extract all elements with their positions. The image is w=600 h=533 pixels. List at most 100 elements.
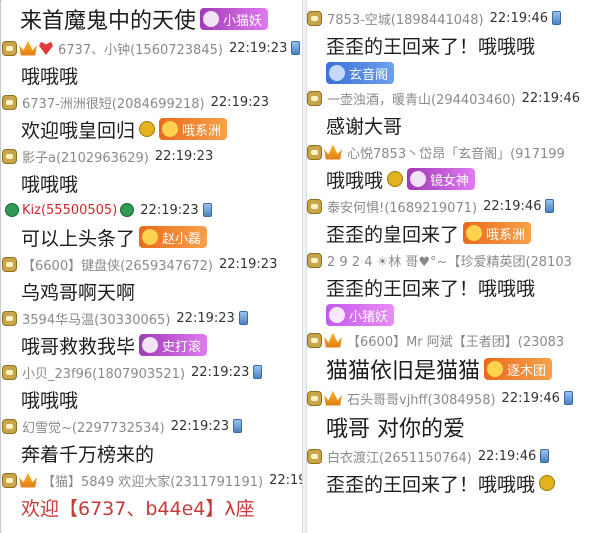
chat-message: 3594华马温(30330065) 22:19:23 哦哥救救我毕 史打滚 <box>2 306 302 360</box>
level-icon <box>2 472 17 488</box>
mobile-icon <box>291 41 301 55</box>
chat-message: 小贝_23f96(1807903521) 22:19:23 哦哦哦 <box>2 360 302 414</box>
mobile-icon <box>202 203 212 217</box>
timestamp: 22:19:23 <box>176 310 235 326</box>
crown-icon <box>324 144 342 160</box>
username[interactable]: 3594华马温(30330065) <box>22 309 170 328</box>
timestamp: 22:19:23 <box>191 364 250 380</box>
level-icon <box>2 310 17 326</box>
username[interactable]: 石头哥哥vjhff(3084958) <box>347 389 496 408</box>
username[interactable]: 泰安何惧!(1689219071) <box>327 197 477 216</box>
message-text: 歪歪的王回来了！哦哦哦 <box>326 277 536 300</box>
timestamp: 22:19:23 <box>170 418 230 434</box>
timestamp: 22:19:23 <box>210 94 270 110</box>
chat-message: Kiz(55500505) 22:19:23 可以上头条了 赵小磊 <box>2 198 302 252</box>
badge-icon <box>329 65 345 81</box>
level-icon <box>307 390 322 406</box>
level-icon <box>2 418 17 434</box>
message-text: 哦哥救救我毕 <box>21 335 136 358</box>
user-badge: 镜女神 <box>407 168 476 190</box>
timestamp: 22:19:46 <box>521 90 580 106</box>
username[interactable]: 一壶浊酒，暖青山(294403460) <box>327 89 516 108</box>
chat-message: 泰安何惧!(1689219071) 22:19:46 歪歪的皇回来了 哦系洲 <box>307 194 600 248</box>
heart-badge-icon <box>203 11 220 27</box>
username[interactable]: 小贝_23f96(1807903521) <box>22 363 185 382</box>
message-text: 乌鸡哥啊天啊 <box>21 281 136 304</box>
level-icon <box>2 148 17 164</box>
emoji-icon <box>539 475 556 491</box>
emoji-icon <box>139 121 156 137</box>
crown-icon <box>324 390 342 406</box>
level-icon <box>307 252 322 268</box>
chat-message: 【猫】5849 欢迎大家(2311791191) 22:19:23 欢迎【6737… <box>2 468 302 522</box>
level-icon <box>307 10 322 26</box>
timestamp: 22:19:46 <box>483 198 542 214</box>
username[interactable]: 【猫】5849 欢迎大家(2311791191) <box>42 471 263 490</box>
mobile-icon <box>233 419 243 433</box>
timestamp: 22:19:23 <box>140 202 199 218</box>
username[interactable]: Kiz(55500505) <box>22 203 117 218</box>
user-badge: 哦系洲 <box>463 222 532 244</box>
level-icon <box>2 256 17 272</box>
crown-icon <box>19 472 37 488</box>
message-text: 哦哦哦 <box>21 173 79 196</box>
timestamp: 22:19:46 <box>501 390 560 406</box>
chat-message: 来首魔鬼中的天使 小猫妖 <box>2 0 302 36</box>
timestamp: 22:19:23 <box>269 472 302 488</box>
username[interactable]: 6737、小钟(1560723845) <box>58 39 223 58</box>
username[interactable]: 影子a(2102963629) <box>22 147 149 166</box>
level-icon <box>2 40 17 56</box>
mobile-icon <box>552 11 562 25</box>
message-text: 歪歪的皇回来了 <box>326 223 460 246</box>
chat-message: 7853-空城(1898441048) 22:19:46 歪歪的王回来了！哦哦哦 … <box>307 0 600 86</box>
timestamp: 22:19:23 <box>228 40 288 56</box>
chat-message: 2 9 2 4 ☀林 哥♥°~【珍爱精英团(28103 歪歪的王回来了！哦哦哦 … <box>307 248 600 328</box>
message-text: 感谢大哥 <box>326 115 403 138</box>
badge-icon <box>162 121 179 137</box>
level-icon <box>307 90 322 106</box>
username[interactable]: 2 9 2 4 ☀林 哥♥°~【珍爱精英团(28103 <box>327 251 572 270</box>
message-text: 欢迎哦皇回归 <box>21 119 136 142</box>
mobile-icon <box>540 449 550 463</box>
user-badge: 玄音阁 <box>326 62 395 84</box>
message-text: 哦哦哦 <box>326 169 384 192</box>
pig-badge-icon <box>329 307 345 323</box>
timestamp: 22:19:46 <box>489 10 549 26</box>
message-text: 可以上头条了 <box>21 227 136 250</box>
user-badge: 赵小磊 <box>139 226 208 248</box>
mobile-icon <box>563 391 573 405</box>
level-icon <box>307 198 322 214</box>
username[interactable]: 幻雪觉~(2297732534) <box>22 417 165 436</box>
chat-message: 6737、小钟(1560723845) 22:19:23 哦哦哦 <box>2 36 302 90</box>
level-icon <box>307 448 322 464</box>
chat-message: 一壶浊酒，暖青山(294403460) 22:19:46 感谢大哥 <box>307 86 600 140</box>
verified-icon <box>120 203 135 217</box>
message-text: 歪歪的王回来了！哦哦哦 <box>326 473 536 496</box>
message-text: 哦哥 对你的爱 <box>326 417 465 442</box>
message-text: 欢迎【6737、b44e4】λ座 <box>21 497 255 520</box>
user-badge: 小猫妖 <box>200 8 269 30</box>
username[interactable]: 6737-洲洲很短(2084699218) <box>22 93 205 112</box>
message-text: 哦哦哦 <box>21 389 79 412</box>
level-icon <box>2 364 17 380</box>
username[interactable]: 白衣渡江(2651150764) <box>327 447 472 466</box>
message-text: 猫猫依旧是猫猫 <box>326 359 481 384</box>
timestamp: 22:19:23 <box>218 256 278 272</box>
message-text: 歪歪的王回来了！哦哦哦 <box>326 35 536 58</box>
mobile-icon <box>253 365 263 379</box>
user-badge: 史打滚 <box>139 334 208 356</box>
chat-column-left: 来首魔鬼中的天使 小猫妖 6737、小钟(1560723845) 22:19:23… <box>2 0 302 533</box>
chat-message: 心悦7853丶岱昂「玄音阁」(917199 哦哦哦 镜女神 <box>307 140 600 194</box>
level-icon <box>307 332 322 348</box>
user-badge: 小猪妖 <box>326 304 395 326</box>
username[interactable]: 心悦7853丶岱昂「玄音阁」(917199 <box>347 143 565 162</box>
username[interactable]: 【6600】Mr 阿斌【王者团】(23083 <box>347 331 564 350</box>
message-text: 奔着千万榜来的 <box>21 443 155 466</box>
crown-icon <box>324 332 342 348</box>
level-icon <box>2 94 17 110</box>
chat-message: 幻雪觉~(2297732534) 22:19:23 奔着千万榜来的 <box>2 414 302 468</box>
username[interactable]: 7853-空城(1898441048) <box>327 9 484 28</box>
username[interactable]: 【6600】键盘侠(2659347672) <box>22 255 213 274</box>
heart-badge-icon <box>410 171 427 187</box>
chat-message: 6737-洲洲很短(2084699218) 22:19:23 欢迎哦皇回归 哦系洲 <box>2 90 302 144</box>
